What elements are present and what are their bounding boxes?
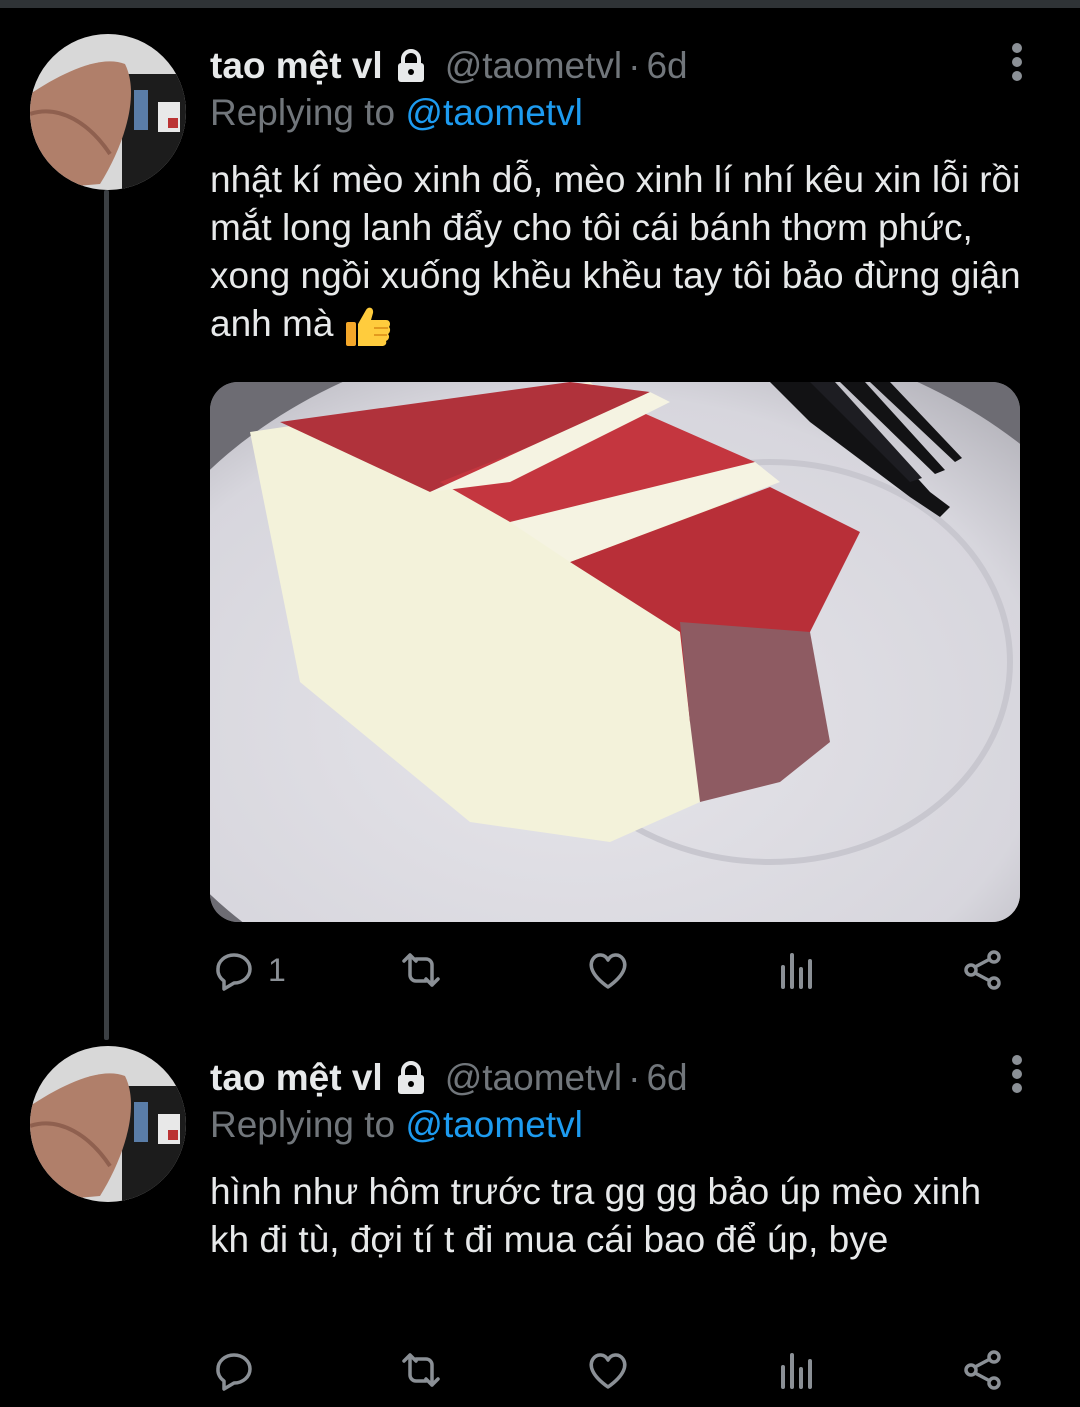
share-icon <box>964 950 1001 990</box>
separator-dot: · <box>628 45 641 86</box>
reply-button[interactable] <box>210 1340 256 1400</box>
replying-to: Replying to @taometvl <box>210 1104 583 1146</box>
cake-photo <box>210 382 1020 922</box>
retweet-button[interactable] <box>398 940 444 1000</box>
analytics-icon <box>781 953 812 989</box>
like-icon <box>589 1353 627 1389</box>
like-button[interactable] <box>585 1340 631 1400</box>
reply-count: 1 <box>268 951 286 988</box>
replying-mention[interactable]: @taometvl <box>405 1104 582 1145</box>
display-name[interactable]: tao mệt vl <box>210 1057 383 1099</box>
tweet[interactable]: tao mệt vl @taometvl · 6d Replying to @t… <box>0 0 1080 1040</box>
more-options-icon[interactable] <box>1004 1054 1030 1094</box>
timestamp[interactable]: 6d <box>646 45 687 87</box>
thread-connector-line <box>104 190 109 1040</box>
more-options-icon[interactable] <box>1004 42 1030 82</box>
tweet[interactable]: tao mệt vl @taometvl · 6d Replying to @t… <box>0 1012 1080 1407</box>
retweet-icon <box>402 953 440 987</box>
display-name[interactable]: tao mệt vl <box>210 45 383 87</box>
replying-mention[interactable]: @taometvl <box>405 92 582 133</box>
reply-icon <box>216 953 252 991</box>
tweet-actions <box>210 1340 1040 1400</box>
replying-to: Replying to @taometvl <box>210 92 583 134</box>
tweet-header: tao mệt vl @taometvl · 6d <box>210 1052 688 1104</box>
lock-icon <box>393 1060 429 1096</box>
separator-dot: · <box>628 1057 641 1098</box>
handle[interactable]: @taometvl <box>445 45 622 87</box>
like-button[interactable] <box>585 940 631 1000</box>
thumbs-up-icon <box>344 304 392 348</box>
share-button[interactable] <box>960 1340 1006 1400</box>
analytics-button[interactable] <box>775 1340 821 1400</box>
analytics-button[interactable] <box>775 940 821 1000</box>
like-icon <box>589 953 627 989</box>
timestamp[interactable]: 6d <box>646 1057 687 1099</box>
reply-button[interactable]: 1 <box>210 940 286 1000</box>
avatar[interactable] <box>30 34 186 190</box>
avatar[interactable] <box>30 1046 186 1202</box>
lock-icon <box>393 48 429 84</box>
retweet-button[interactable] <box>398 1340 444 1400</box>
handle[interactable]: @taometvl <box>445 1057 622 1099</box>
analytics-icon <box>781 1353 812 1389</box>
replying-prefix: Replying to <box>210 92 406 133</box>
share-icon <box>964 1350 1001 1390</box>
tweet-actions: 1 <box>210 940 1040 1000</box>
replying-prefix: Replying to <box>210 1104 406 1145</box>
tweet-header: tao mệt vl @taometvl · 6d <box>210 40 688 92</box>
tweet-text: hình như hôm trước tra gg gg bảo úp mèo … <box>210 1171 982 1260</box>
retweet-icon <box>402 1353 440 1387</box>
tweet-text: nhật kí mèo xinh dỗ, mèo xinh lí nhí kêu… <box>210 156 1030 348</box>
tweet-image[interactable] <box>210 382 1020 922</box>
reply-icon <box>216 1353 252 1391</box>
tweet-text-content: nhật kí mèo xinh dỗ, mèo xinh lí nhí kêu… <box>210 159 1021 344</box>
share-button[interactable] <box>960 940 1006 1000</box>
